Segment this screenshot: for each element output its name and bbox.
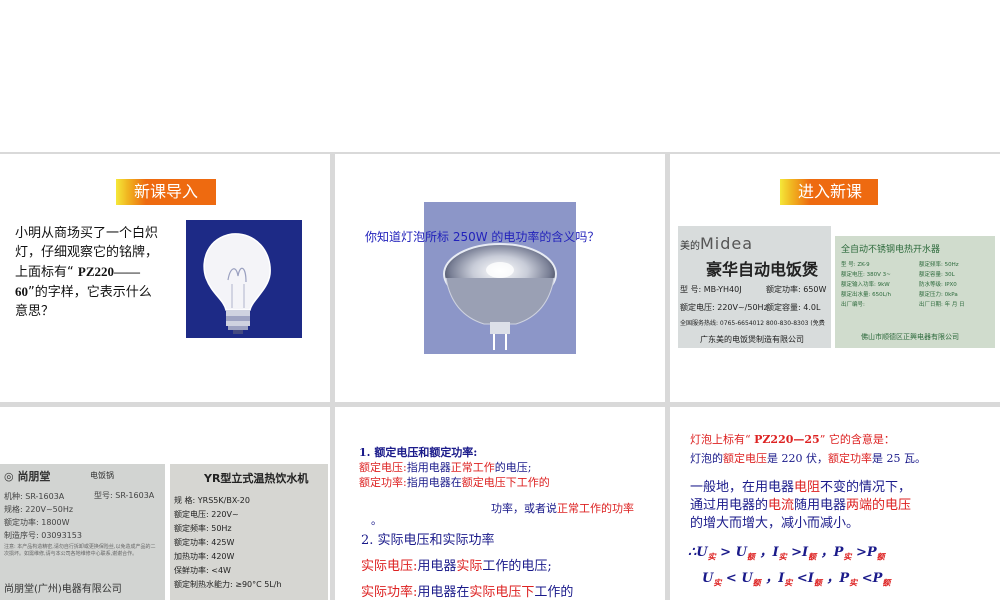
- slide-thumbnail-4[interactable]: ◎ 尚朋堂 电饭锅 机种: SR-1603A 规格: 220V~50Hz 额定功…: [0, 407, 330, 600]
- actual-voltage-definition: 实际电压:用电器实际工作的电压;: [361, 559, 552, 574]
- rice-cooker-nameplate-image: 美的Midea 豪华自动电饭煲 型 号: MB-YH40J 额定功率: 650W…: [678, 226, 831, 348]
- halogen-lamp-image: [424, 202, 576, 354]
- slide-thumbnail-2[interactable]: 你知道灯泡所标 250W 的电功率的含义吗？: [335, 154, 665, 402]
- rated-power-continuation: 功率，或者说正常工作的功率: [491, 502, 634, 515]
- bulb-label-line: 灯泡上标有“ PZ220—25” 它的含意是：: [690, 433, 895, 446]
- relationship-paragraph: 一般地，在用电器电阻不变的情况下， 通过用电器的电流随用电器两端的电压 的增大而…: [690, 480, 912, 531]
- question-text: 你知道灯泡所标 250W 的电功率的含义吗？: [365, 230, 600, 244]
- heading-actual: 2. 实际电压和实际功率: [361, 533, 495, 548]
- formula-less: U实 < U额 ，I实 <I额 ，P实 <P额: [702, 571, 891, 588]
- heading-rated: 1. 额定电压和额定功率:: [359, 446, 478, 459]
- slide-thumbnail-6[interactable]: 灯泡上标有“ PZ220—25” 它的含意是： 灯泡的额定电压是 220 伏，额…: [670, 407, 1000, 600]
- slide-thumbnail-1[interactable]: 新课导入 小明从商场买了一个白炽 灯，仔细观察它的铭牌， 上面标有“ PZ220…: [0, 154, 330, 402]
- slide-thumbnail-5[interactable]: 1. 额定电压和额定功率: 额定电压:指用电器正常工作的电压; 额定功率:指用电…: [335, 407, 665, 600]
- blank-header-area: [0, 0, 1000, 152]
- section-banner: 进入新课: [780, 179, 878, 205]
- period-mark: 。: [371, 514, 382, 527]
- section-banner: 新课导入: [116, 179, 216, 205]
- slide-thumbnail-3[interactable]: 进入新课 美的Midea 豪华自动电饭煲 型 号: MB-YH40J 额定功率:…: [670, 154, 1000, 402]
- rated-voltage-definition: 额定电压:指用电器正常工作的电压;: [359, 461, 532, 474]
- intro-paragraph: 小明从商场买了一个白炽 灯，仔细观察它的铭牌， 上面标有“ PZ220—— 60…: [15, 226, 159, 319]
- actual-power-definition: 实际功率:用电器在实际电压下工作的: [361, 585, 574, 600]
- rated-power-definition: 额定功率:指用电器在额定电压下工作的: [359, 476, 550, 489]
- cooker-nameplate-image: ◎ 尚朋堂 电饭锅 机种: SR-1603A 规格: 220V~50Hz 额定功…: [0, 464, 165, 600]
- water-dispenser-nameplate-image: YR型立式温热饮水机 规 格: YRS5K/BX-20 额定电压: 220V~ …: [170, 464, 328, 600]
- water-heater-nameplate-image: 全自动不锈钢电热开水器 型 号: ZK-9 额定电压: 380V 3~ 额定输入…: [835, 236, 995, 348]
- bulb-meaning-line: 灯泡的额定电压是 220 伏，额定功率是 25 瓦。: [690, 452, 926, 465]
- formula-greater: ∴U实 > U额 ，I实 >I额 ，P实 >P额: [688, 545, 885, 562]
- bulb-image: [186, 220, 302, 338]
